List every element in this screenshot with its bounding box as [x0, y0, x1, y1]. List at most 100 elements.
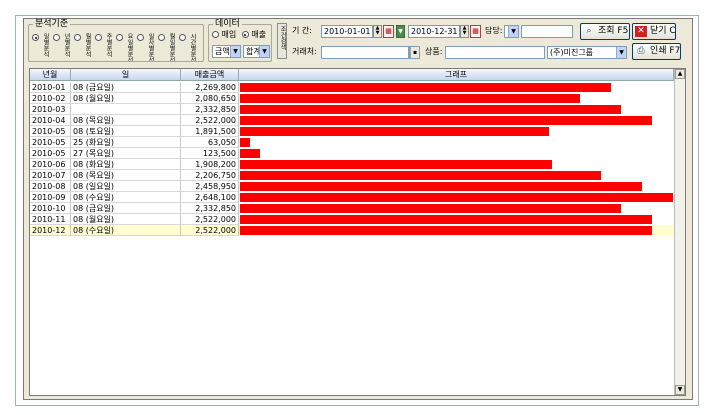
- table-row[interactable]: 2010-11 08 (월요일) 2,522,000: [30, 214, 674, 225]
- table-row[interactable]: 2010-09 08 (수요일) 2,648,100: [30, 192, 674, 203]
- sales-bar: [240, 204, 621, 213]
- cell-amount: 2,648,100: [181, 192, 239, 203]
- radio-purchase[interactable]: [212, 31, 219, 38]
- table-row[interactable]: 2010-04 08 (목요일) 2,522,000: [30, 115, 674, 126]
- table-row[interactable]: 2010-02 08 (월요일) 2,080,650: [30, 93, 674, 104]
- criteria-radio[interactable]: [158, 34, 165, 41]
- criteria-option[interactable]: 년별분석: [53, 33, 71, 61]
- criteria-option[interactable]: 일별분석: [32, 33, 50, 61]
- col-header-day[interactable]: 일: [71, 69, 181, 81]
- sales-bar: [240, 127, 549, 136]
- client-search-button[interactable]: ▪: [409, 46, 420, 59]
- criteria-option[interactable]: 요일별분석: [116, 33, 134, 61]
- criteria-option-label: 주별분석: [105, 33, 112, 57]
- col-header-ym[interactable]: 년월: [30, 69, 71, 81]
- cell-ym: 2010-06: [30, 159, 71, 170]
- amount-select-value: 금액: [215, 47, 230, 56]
- sales-bar: [240, 215, 652, 224]
- criteria-option[interactable]: 일자별분석: [137, 33, 155, 61]
- criteria-radio[interactable]: [137, 34, 144, 41]
- radio-purchase-label: 매입: [221, 30, 237, 39]
- table-row[interactable]: 2010-03 2,332,850: [30, 104, 674, 115]
- col-header-amount[interactable]: 매출금액: [181, 69, 239, 81]
- cell-amount: 2,458,950: [181, 181, 239, 192]
- company-select-value: (주)미진그룹: [550, 48, 594, 57]
- criteria-radio[interactable]: [74, 34, 81, 41]
- cell-day: [71, 104, 181, 115]
- sales-bar: [240, 160, 552, 169]
- cell-day: 27 (목요일): [71, 148, 181, 159]
- criteria-radio[interactable]: [53, 34, 60, 41]
- cell-amount: 2,522,000: [181, 115, 239, 126]
- date-to-spinner[interactable]: ▲ ▼: [460, 25, 469, 38]
- cell-amount: 2,080,650: [181, 93, 239, 104]
- search-button[interactable]: ⌕ 조회 F5: [580, 23, 630, 40]
- cell-amount: 1,891,500: [181, 126, 239, 137]
- criteria-radio[interactable]: [95, 34, 102, 41]
- manager-select[interactable]: ▼: [504, 25, 519, 38]
- dropdown-arrow-icon[interactable]: ▼: [396, 25, 405, 38]
- cell-ym: 2010-05: [30, 137, 71, 148]
- table-row[interactable]: 2010-05 27 (목요일) 123,500: [30, 148, 674, 159]
- criteria-radio[interactable]: [179, 34, 186, 41]
- cell-amount: 2,522,000: [181, 225, 239, 236]
- cell-ym: 2010-02: [30, 93, 71, 104]
- printer-icon: ⎙: [637, 46, 645, 56]
- chevron-down-icon: ▼: [230, 46, 240, 57]
- col-header-graph[interactable]: 그래프: [239, 69, 674, 81]
- table-row[interactable]: 2010-08 08 (일요일) 2,458,950: [30, 181, 674, 192]
- print-button[interactable]: ⎙ 인쇄 F7: [632, 43, 681, 60]
- cell-ym: 2010-08: [30, 181, 71, 192]
- sales-bar: [240, 94, 580, 103]
- criteria-option[interactable]: 월별분석: [74, 33, 92, 61]
- sales-bar: [240, 138, 250, 147]
- amount-select[interactable]: 금액 ▼: [212, 45, 241, 58]
- criteria-group: 분석기준 일별분석 년별분석 월별분석 주별분석 요일별분석 일자별분석 월일별분석 시간별분…: [28, 19, 204, 62]
- cell-day: 08 (수요일): [71, 192, 181, 203]
- close-icon: ✕: [635, 26, 647, 37]
- product-input[interactable]: [445, 46, 545, 59]
- criteria-radio[interactable]: [116, 34, 123, 41]
- calendar-icon[interactable]: ▦: [383, 25, 394, 38]
- cell-amount: 123,500: [181, 148, 239, 159]
- criteria-radio[interactable]: [32, 34, 39, 41]
- table-row[interactable]: 2010-10 08 (금요일) 2,332,850: [30, 203, 674, 214]
- period-label: 기 간:: [292, 26, 312, 35]
- vertical-scrollbar[interactable]: ▲ ▼: [674, 69, 685, 395]
- data-group: 데이터 매입 매출 금액 ▼ 합계 ▼: [208, 19, 272, 62]
- table-row[interactable]: 2010-07 08 (목요일) 2,206,750: [30, 170, 674, 181]
- table-row[interactable]: 2010-01 08 (금요일) 2,269,800: [30, 82, 674, 93]
- table-row[interactable]: 2010-12 08 (수요일) 2,522,000: [30, 225, 674, 236]
- criteria-option[interactable]: 시간별분석: [179, 33, 197, 61]
- radio-sales[interactable]: [241, 31, 249, 38]
- company-select[interactable]: (주)미진그룹 ▼: [547, 46, 627, 59]
- chevron-down-icon: ▼: [616, 47, 626, 58]
- sales-bar: [240, 226, 652, 235]
- date-from-spinner[interactable]: ▲ ▼: [373, 25, 382, 38]
- condition-search-tab[interactable]: 조건검색: [277, 23, 287, 59]
- table-row[interactable]: 2010-06 08 (화요일) 1,908,200: [30, 159, 674, 170]
- cell-ym: 2010-07: [30, 170, 71, 181]
- sales-grid[interactable]: 년월 일 매출금액 그래프 2010-01 08 (금요일) 2,269,800 20…: [29, 68, 686, 396]
- cell-day: 08 (금요일): [71, 82, 181, 93]
- table-row[interactable]: 2010-05 08 (토요일) 1,891,500: [30, 126, 674, 137]
- close-button[interactable]: ✕ 닫기 C: [632, 23, 676, 40]
- cell-amount: 2,332,850: [181, 203, 239, 214]
- client-input[interactable]: [321, 46, 409, 59]
- scroll-down-icon[interactable]: ▼: [675, 385, 685, 395]
- criteria-option[interactable]: 주별분석: [95, 33, 113, 61]
- cell-day: 08 (목요일): [71, 115, 181, 126]
- manager-input[interactable]: [521, 25, 573, 38]
- total-select[interactable]: 합계 ▼: [243, 45, 270, 58]
- table-row[interactable]: 2010-05 25 (화요일) 63,050: [30, 137, 674, 148]
- cell-amount: 2,206,750: [181, 170, 239, 181]
- scroll-up-icon[interactable]: ▲: [675, 69, 685, 79]
- date-to-input[interactable]: 2010-12-31: [408, 25, 460, 38]
- cell-day: 08 (토요일): [71, 126, 181, 137]
- calendar-icon[interactable]: ▦: [470, 25, 481, 38]
- date-from-input[interactable]: 2010-01-01: [321, 25, 373, 38]
- criteria-option[interactable]: 월일별분석: [158, 33, 176, 61]
- sales-bar: [240, 116, 652, 125]
- magnifier-icon: ⌕: [586, 26, 592, 36]
- cell-day: 08 (금요일): [71, 203, 181, 214]
